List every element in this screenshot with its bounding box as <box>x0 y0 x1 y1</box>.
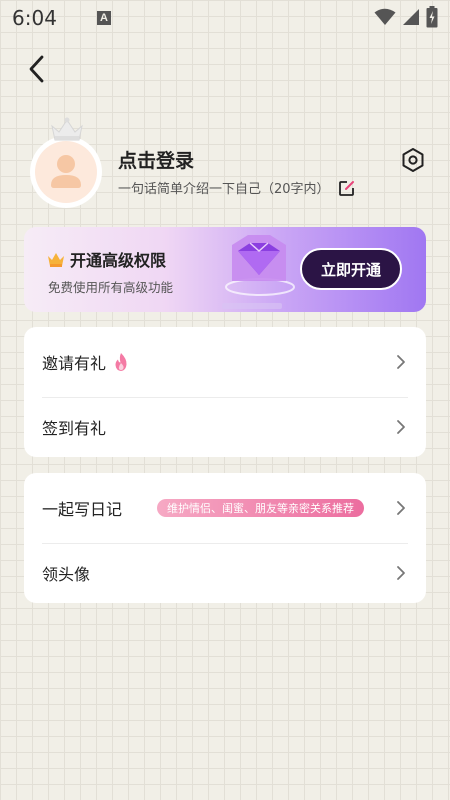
menu-item-avatar[interactable]: 领头像 <box>24 543 426 603</box>
chevron-right-icon <box>397 566 405 580</box>
flame-icon <box>115 353 127 371</box>
status-icons <box>374 6 438 28</box>
open-vip-button[interactable]: 立即开通 <box>300 248 402 290</box>
menu-item-diary[interactable]: 一起写日记 维护情侣、闺蜜、朋友等亲密关系推荐 <box>24 473 426 543</box>
back-button[interactable] <box>24 54 52 84</box>
menu-item-label: 签到有礼 <box>42 419 107 438</box>
menu-card-rewards: 邀请有礼 签到有礼 <box>24 327 426 457</box>
settings-button[interactable] <box>400 147 426 173</box>
settings-icon <box>402 148 424 172</box>
battery-icon <box>426 6 438 28</box>
menu-card-features: 一起写日记 维护情侣、闺蜜、朋友等亲密关系推荐 领头像 <box>24 473 426 603</box>
avatar[interactable] <box>30 116 102 208</box>
chevron-right-icon <box>397 355 405 369</box>
avatar-circle <box>30 136 102 208</box>
avatar-icon <box>35 141 97 203</box>
status-bar: 6:04 A <box>0 0 450 36</box>
back-icon <box>29 55 44 83</box>
diary-tag-badge: 维护情侣、闺蜜、朋友等亲密关系推荐 <box>157 499 364 517</box>
edit-icon[interactable] <box>338 179 356 197</box>
menu-item-label: 邀请有礼 <box>42 354 107 373</box>
login-title[interactable]: 点击登录 <box>118 146 194 173</box>
vip-crown-icon <box>48 253 64 267</box>
wifi-icon <box>374 8 396 25</box>
vip-subtitle: 免费使用所有高级功能 <box>48 280 174 295</box>
notification-icon: A <box>96 11 111 25</box>
intro-text: 一句话简单介绍一下自己（20字内） <box>118 182 330 197</box>
vip-title: 开通高级权限 <box>70 251 167 270</box>
menu-item-label: 一起写日记 <box>42 500 123 519</box>
menu-item-checkin[interactable]: 签到有礼 <box>24 397 426 457</box>
status-time: 6:04 <box>12 6 57 30</box>
menu-item-invite[interactable]: 邀请有礼 <box>24 327 426 397</box>
vip-banner[interactable]: 开通高级权限 免费使用所有高级功能 立即开通 <box>24 227 426 312</box>
chevron-right-icon <box>397 420 405 434</box>
signal-icon <box>403 9 419 25</box>
intro-row[interactable]: 一句话简单介绍一下自己（20字内） <box>118 178 356 197</box>
menu-item-label: 领头像 <box>42 565 91 584</box>
chevron-right-icon <box>397 501 405 515</box>
crown-icon <box>51 117 83 141</box>
vip-title-row: 开通高级权限 <box>46 247 166 271</box>
